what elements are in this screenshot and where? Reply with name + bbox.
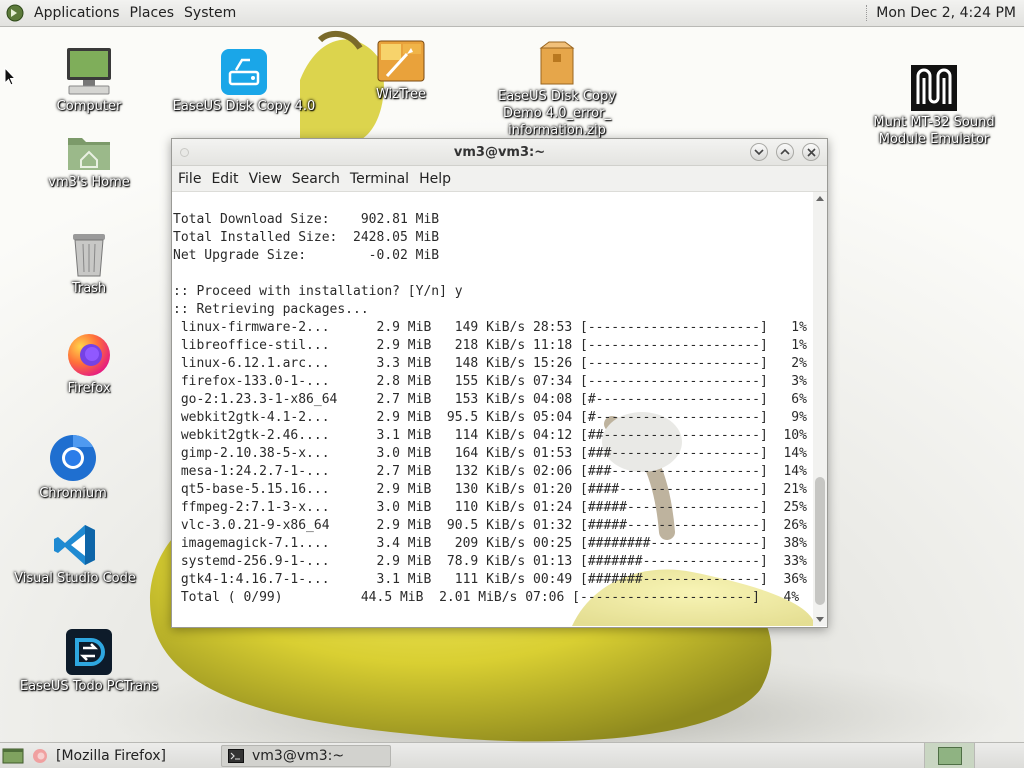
desktop-icon-label: EaseUS Todo PCTrans [19,679,159,694]
desktop-icon-firefox[interactable]: Firefox [14,330,164,397]
menu-terminal[interactable]: Terminal [346,171,413,187]
terminal-window[interactable]: vm3@vm3:~ File Edit View Search Terminal… [171,138,828,628]
terminal-line: :: Retrieving packages... [173,302,369,317]
terminal-line: ffmpeg-2:7.1-3-x... 3.0 MiB 110 KiB/s 01… [173,500,807,515]
terminal-line: libreoffice-stil... 2.9 MiB 218 KiB/s 11… [173,338,807,353]
terminal-scrollbar[interactable] [813,192,827,626]
desktop-icon-label: EaseUS Disk Copy 4.0 [172,99,316,114]
places-menu[interactable]: Places [125,5,180,21]
desktop-icon-vscode[interactable]: Visual Studio Code [0,522,150,587]
bottom-panel: [Mozilla Firefox] vm3@vm3:~ [0,742,1024,768]
desktop-icon-munt[interactable]: Munt MT-32 Sound Module Emulator [859,64,1009,148]
maximize-button[interactable] [776,143,794,161]
desktop-icon-easeus-pctrans[interactable]: EaseUS Todo PCTrans [14,628,164,695]
firefox-small-icon [33,748,47,763]
workspace-switcher [924,742,1024,768]
terminal-line: systemd-256.9-1-... 2.9 MiB 78.9 KiB/s 0… [173,554,807,569]
terminal-line: Net Upgrade Size: -0.02 MiB [173,248,440,263]
top-panel: Applications Places System Mon Dec 2, 4:… [0,0,1024,27]
home-folder-icon [68,138,110,170]
desktop-icon-label: Firefox [67,381,111,396]
menu-view[interactable]: View [245,171,286,187]
desktop-icon-label: EaseUS Disk Copy Demo 4.0_error_ informa… [498,89,616,138]
desktop-icon-label: vm3's Home [48,175,130,190]
chevron-down-icon [754,149,764,156]
window-menu-button[interactable] [180,148,189,157]
workspace-preview [937,746,962,765]
clock[interactable]: Mon Dec 2, 4:24 PM [876,5,1016,21]
terminal-line: webkit2gtk-2.46.... 3.1 MiB 114 KiB/s 04… [173,428,807,443]
terminal-line: :: Proceed with installation? [Y/n] y [173,284,463,299]
workspace-2[interactable] [974,742,1024,768]
menu-help[interactable]: Help [415,171,455,187]
terminal-line: gimp-2.10.38-5-x... 3.0 MiB 164 KiB/s 01… [173,446,807,461]
desktop-icon-label: Computer [56,99,122,114]
menu-edit[interactable]: Edit [207,171,242,187]
terminal-line: qt5-base-5.15.16... 2.9 MiB 130 KiB/s 01… [173,482,807,497]
workspace-1[interactable] [924,742,974,768]
wiztree-icon [377,40,425,82]
terminal-line: Total Download Size: 902.81 MiB [173,212,440,227]
terminal-line: Total Installed Size: 2428.05 MiB [173,230,440,245]
terminal-menubar: File Edit View Search Terminal Help [172,166,827,192]
applications-menu[interactable]: Applications [29,5,125,21]
desktop-icon-zip-archive[interactable]: EaseUS Disk Copy Demo 4.0_error_ informa… [482,40,632,139]
terminal-line: linux-6.12.1.arc... 3.3 MiB 148 KiB/s 15… [173,356,807,371]
taskbar-item-terminal[interactable]: vm3@vm3:~ [221,744,391,767]
firefox-icon [68,334,110,376]
zip-archive-icon [539,41,575,85]
terminal-line: linux-firmware-2... 2.9 MiB 149 KiB/s 28… [173,320,807,335]
scrollbar-thumb[interactable] [815,477,825,605]
easeus-pctrans-icon [66,629,112,675]
desktop-icon-label: Munt MT-32 Sound Module Emulator [873,115,995,147]
trash-icon [73,234,105,277]
chromium-icon [50,435,96,481]
close-icon [806,147,816,157]
desktop-icon-label: WizTree [375,87,427,102]
scroll-down-arrow-icon[interactable] [816,617,824,622]
scroll-up-arrow-icon[interactable] [816,196,824,201]
panel-separator [866,5,868,21]
desktop-icon-label: Chromium [39,486,107,501]
terminal-line: firefox-133.0-1-... 2.8 MiB 155 KiB/s 07… [173,374,807,389]
mouse-pointer-icon [4,67,16,86]
desktop-icon-label: Trash [71,281,107,296]
terminal-line: Total ( 0/99) 44.5 MiB 2.01 MiB/s 07:06 … [173,590,800,605]
system-menu[interactable]: System [179,5,241,21]
taskbar-item-label: [Mozilla Firefox] [56,747,166,764]
terminal-small-icon [228,748,244,763]
terminal-body[interactable]: Total Download Size: 902.81 MiB Total Ins… [172,192,827,626]
distro-logo-icon[interactable] [6,4,24,22]
close-button[interactable] [802,143,820,161]
desktop-icon-home[interactable]: vm3's Home [14,132,164,191]
terminal-line: imagemagick-7.1.... 3.4 MiB 209 KiB/s 00… [173,536,807,551]
minimize-button[interactable] [750,143,768,161]
vscode-icon [54,525,95,565]
terminal-line: vlc-3.0.21-9-x86_64 2.9 MiB 90.5 KiB/s 0… [173,518,807,533]
terminal-line: webkit2gtk-4.1-2... 2.9 MiB 95.5 KiB/s 0… [173,410,807,425]
terminal-line: gtk4-1:4.16.7-1-... 3.1 MiB 111 KiB/s 00… [173,572,807,587]
terminal-titlebar[interactable]: vm3@vm3:~ [172,139,827,166]
taskbar-item-firefox[interactable]: [Mozilla Firefox] [26,745,191,767]
terminal-output[interactable]: Total Download Size: 902.81 MiB Total Ins… [173,211,813,607]
panel-right-area: Mon Dec 2, 4:24 PM [866,0,1024,26]
taskbar-item-label: vm3@vm3:~ [252,747,345,764]
terminal-line: go-2:1.23.3-1-x86_64 2.7 MiB 153 KiB/s 0… [173,392,807,407]
desktop-icon-wiztree[interactable]: WizTree [326,40,476,103]
menu-file[interactable]: File [174,171,205,187]
munt-icon [911,65,957,111]
terminal-line: mesa-1:24.2.7-1-... 2.7 MiB 132 KiB/s 02… [173,464,807,479]
desktop-icon-easeus-diskcopy[interactable]: EaseUS Disk Copy 4.0 [169,48,319,115]
easeus-diskcopy-icon [221,49,267,95]
desktop-icon-computer[interactable]: Computer [14,46,164,115]
menu-search[interactable]: Search [288,171,344,187]
desktop-icon-label: Visual Studio Code [14,571,136,586]
desktop-icon-chromium[interactable]: Chromium [0,433,148,502]
chevron-up-icon [780,148,790,155]
show-desktop-icon[interactable] [2,747,24,765]
terminal-title: vm3@vm3:~ [453,144,546,160]
computer-icon [67,48,111,95]
desktop-icon-trash[interactable]: Trash [14,230,164,297]
